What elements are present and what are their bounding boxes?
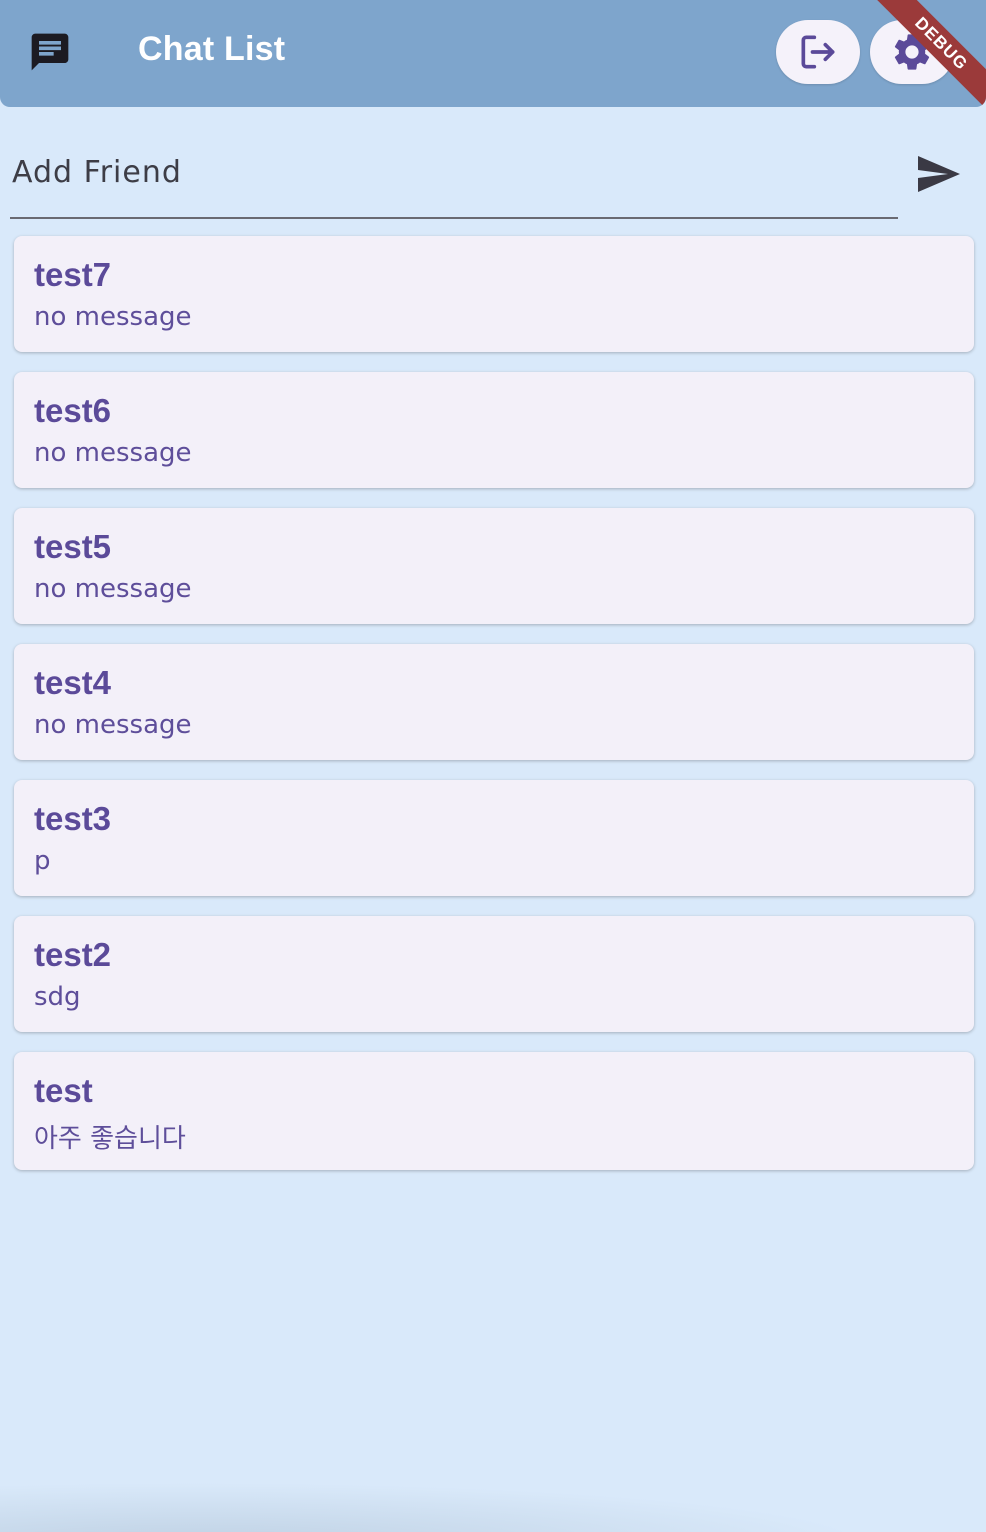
chat-name: test3 [34,800,112,837]
add-friend-input[interactable] [10,150,892,194]
chat-list-item[interactable]: test3 p [14,780,974,896]
page-title: Chat List [138,30,286,68]
logout-icon [801,35,835,69]
chat-name: test2 [34,936,112,973]
chat-last-message: no message [34,438,192,468]
chat-name: test4 [34,664,112,701]
add-friend-field[interactable] [10,130,898,219]
chat-list-item[interactable]: test2 sdg [14,916,974,1032]
chat-name: test7 [34,256,112,293]
chat-name: test6 [34,392,112,429]
chat-list-item[interactable]: test 아주 좋습니다 [14,1052,974,1170]
app-bar: Chat List DEBUG [0,0,986,107]
settings-button[interactable] [870,20,954,84]
chat-list: test7 no message test6 no message test5 … [14,236,974,1190]
bottom-shadow [0,1472,986,1532]
chat-list-item[interactable]: test4 no message [14,644,974,760]
gear-icon [894,34,930,70]
chat-list-item[interactable]: test5 no message [14,508,974,624]
logout-button[interactable] [776,20,860,84]
chat-last-message: p [34,846,51,876]
chat-list-item[interactable]: test7 no message [14,236,974,352]
chat-bubble-icon [31,33,69,71]
send-button[interactable] [906,142,970,206]
chat-last-message: no message [34,574,192,604]
send-icon [918,156,960,192]
chat-last-message: sdg [34,982,81,1012]
chat-last-message: no message [34,710,192,740]
chat-name: test [34,1072,93,1109]
chat-name: test5 [34,528,112,565]
chat-last-message: 아주 좋습니다 [34,1124,186,1154]
chat-last-message: no message [34,302,192,332]
chat-list-item[interactable]: test6 no message [14,372,974,488]
